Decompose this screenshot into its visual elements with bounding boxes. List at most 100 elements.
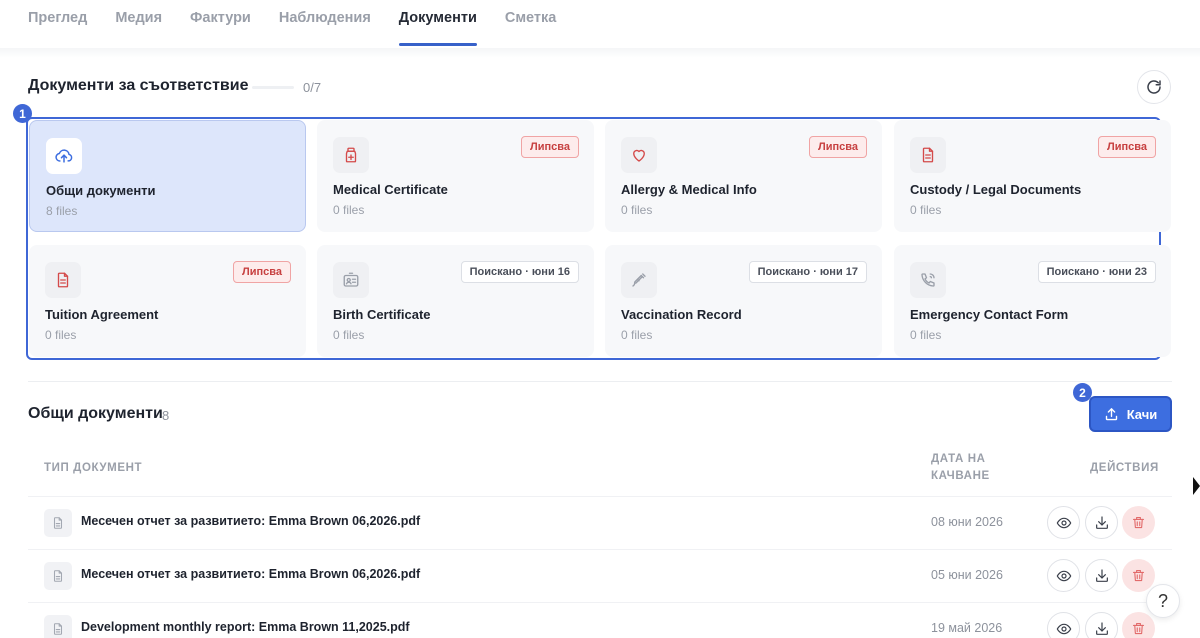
card-icon-wrap	[45, 262, 81, 298]
eye-icon	[1056, 623, 1071, 634]
delete-button[interactable]	[1122, 506, 1155, 539]
card-file-count: 0 files	[910, 328, 942, 342]
table-row[interactable]: Месечен отчет за развитието: Emma Brown …	[28, 496, 1172, 548]
download-icon	[1095, 515, 1108, 529]
card-title: Vaccination Record	[621, 307, 742, 322]
view-button[interactable]	[1047, 506, 1080, 539]
documents-list-title: Общи документи	[28, 405, 163, 422]
view-button[interactable]	[1047, 612, 1080, 638]
card-icon-wrap	[910, 137, 946, 173]
download-icon	[1095, 568, 1108, 582]
tab-media[interactable]: Медия	[115, 0, 162, 46]
file-icon-wrap	[44, 509, 72, 537]
doc-category-card-custody[interactable]: Липсва Custody / Legal Documents 0 files	[894, 120, 1171, 232]
syringe-icon	[632, 273, 646, 287]
phone-icon	[921, 273, 935, 287]
compliance-progress-text: 0/7	[303, 80, 322, 95]
missing-badge: Липсва	[1098, 136, 1156, 158]
card-file-count: 0 files	[621, 203, 653, 217]
card-file-count: 8 files	[46, 204, 78, 218]
document-icon	[922, 147, 934, 163]
tab-overview[interactable]: Преглед	[28, 0, 87, 46]
compliance-progress-bar	[252, 86, 294, 89]
upload-date: 19 май 2026	[931, 621, 1003, 635]
tab-documents[interactable]: Документи	[398, 0, 477, 46]
file-icon	[53, 517, 63, 529]
trash-icon	[1132, 569, 1145, 582]
tab-account[interactable]: Сметка	[505, 0, 557, 46]
table-row[interactable]: Месечен отчет за развитието: Emma Brown …	[28, 549, 1172, 601]
card-title: Birth Certificate	[333, 307, 431, 322]
card-title: Medical Certificate	[333, 182, 448, 197]
step-marker-1: 1	[13, 104, 32, 123]
document-name[interactable]: Месечен отчет за развитието: Emma Brown …	[81, 567, 420, 581]
doc-category-card-medical-certificate[interactable]: Липсва Medical Certificate 0 files	[317, 120, 594, 232]
delete-button[interactable]	[1122, 559, 1155, 592]
cloud-upload-icon	[55, 149, 73, 163]
card-icon-wrap	[621, 262, 657, 298]
card-title: Custody / Legal Documents	[910, 182, 1082, 197]
card-file-count: 0 files	[45, 328, 77, 342]
mouse-cursor-icon	[1193, 477, 1200, 495]
requested-badge: Поискано · юни 16	[460, 261, 579, 283]
upload-date: 05 юни 2026	[931, 568, 1003, 582]
card-icon-wrap	[910, 262, 946, 298]
help-icon: ?	[1157, 590, 1168, 611]
card-title: Emergency Contact Form	[910, 307, 1069, 322]
refresh-button[interactable]	[1137, 70, 1171, 104]
help-button[interactable]: ?	[1146, 584, 1180, 618]
doc-category-card-tuition[interactable]: Липсва Tuition Agreement 0 files	[29, 245, 306, 357]
download-button[interactable]	[1085, 612, 1118, 638]
delete-button[interactable]	[1122, 612, 1155, 638]
card-file-count: 0 files	[333, 203, 365, 217]
column-header-date: ДАТА НА КАЧВАНЕ	[931, 453, 990, 482]
upload-date: 08 юни 2026	[931, 515, 1003, 529]
trash-icon	[1132, 516, 1145, 529]
doc-category-card-birth-certificate[interactable]: Поискано · юни 16 Birth Certificate 0 fi…	[317, 245, 594, 357]
doc-category-card-vaccination[interactable]: Поискано · юни 17 Vaccination Record 0 f…	[605, 245, 882, 357]
medical-bottle-icon	[345, 147, 357, 163]
compliance-title: Документи за съответствие	[28, 77, 249, 94]
download-button[interactable]	[1085, 506, 1118, 539]
upload-button[interactable]: Качи	[1089, 396, 1172, 432]
doc-category-card-emergency-contact[interactable]: Поискано · юни 23 Emergency Contact Form…	[894, 245, 1171, 357]
documents-count: 8	[162, 408, 170, 423]
missing-badge: Липсва	[809, 136, 867, 158]
upload-icon	[1105, 407, 1117, 420]
card-icon-wrap	[333, 137, 369, 173]
download-button[interactable]	[1085, 559, 1118, 592]
download-icon	[1095, 621, 1108, 635]
card-title: Allergy & Medical Info	[621, 182, 757, 197]
refresh-icon	[1147, 80, 1161, 94]
card-icon-wrap	[46, 138, 82, 174]
tab-observations[interactable]: Наблюдения	[279, 0, 371, 46]
card-title: Общи документи	[46, 183, 156, 198]
tab-bar-shadow	[0, 48, 1200, 58]
missing-badge: Липсва	[521, 136, 579, 158]
document-icon	[57, 272, 69, 288]
requested-badge: Поискано · юни 23	[1037, 261, 1156, 283]
eye-icon	[1056, 517, 1071, 528]
document-name[interactable]: Месечен отчет за развитието: Emma Brown …	[81, 514, 420, 528]
card-file-count: 0 files	[333, 328, 365, 342]
section-divider	[28, 381, 1172, 382]
file-icon-wrap	[44, 615, 72, 638]
id-card-icon	[343, 272, 359, 287]
tab-invoices[interactable]: Фактури	[190, 0, 251, 46]
file-icon-wrap	[44, 562, 72, 590]
document-name[interactable]: Development monthly report: Emma Brown 1…	[81, 620, 410, 634]
file-icon	[53, 623, 63, 635]
view-button[interactable]	[1047, 559, 1080, 592]
table-row[interactable]: Development monthly report: Emma Brown 1…	[28, 602, 1172, 638]
doc-category-card-general[interactable]: Общи документи 8 files	[29, 120, 306, 232]
missing-badge: Липсва	[233, 261, 291, 283]
heart-icon	[633, 149, 645, 162]
tab-bar: Преглед Медия Фактури Наблюдения Докумен…	[0, 0, 1200, 50]
card-title: Tuition Agreement	[45, 307, 159, 322]
trash-icon	[1132, 622, 1145, 635]
card-file-count: 0 files	[621, 328, 653, 342]
column-header-type: ТИП ДОКУМЕНТ	[44, 462, 143, 474]
card-icon-wrap	[621, 137, 657, 173]
doc-category-card-allergy[interactable]: Липсва Allergy & Medical Info 0 files	[605, 120, 882, 232]
eye-icon	[1056, 570, 1071, 581]
